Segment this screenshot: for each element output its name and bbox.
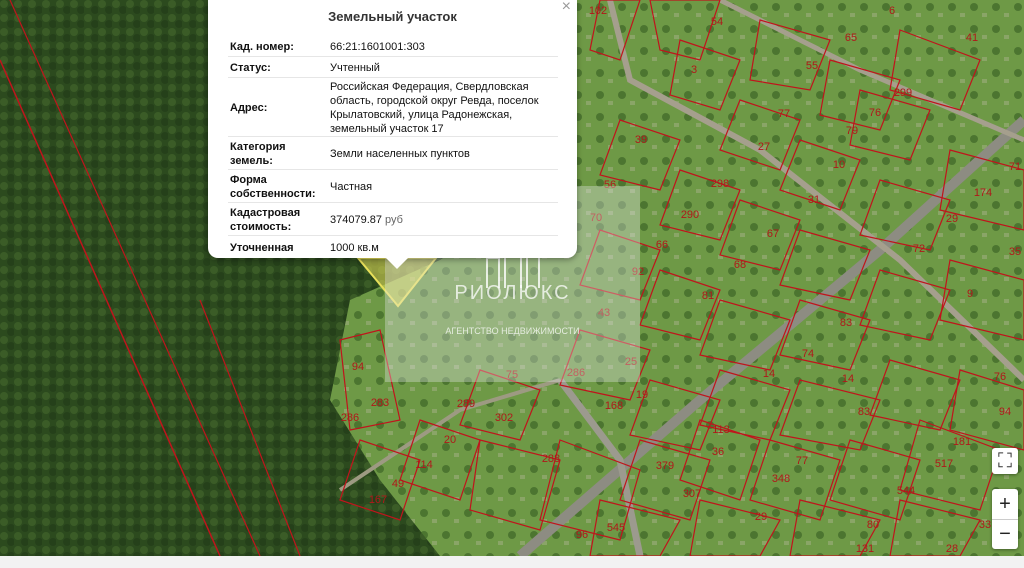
parcel-number-label: 544 bbox=[897, 485, 915, 497]
parcel-number-label: 20 bbox=[444, 434, 456, 446]
parcel-number-label: 283 bbox=[371, 397, 389, 409]
parcel-number-label: 167 bbox=[369, 494, 387, 506]
parcel-number-label: 76 bbox=[994, 371, 1006, 383]
parcel-number-label: 3 bbox=[691, 64, 697, 76]
parcel-number-label: 9 bbox=[967, 288, 973, 300]
parcel-number-label: 77 bbox=[778, 108, 790, 120]
parcel-number-label: 288 bbox=[542, 453, 560, 465]
parcel-number-label: 29 bbox=[755, 511, 767, 523]
parcel-number-label: 79 bbox=[846, 125, 858, 137]
parcel-number-label: 31 bbox=[808, 194, 820, 206]
parcel-number-label: 81 bbox=[702, 290, 714, 302]
parcel-number-label: 379 bbox=[656, 460, 674, 472]
parcel-number-label: 6 bbox=[889, 5, 895, 17]
parcel-number-label: 76 bbox=[869, 107, 881, 119]
parcel-number-label: 348 bbox=[772, 473, 790, 485]
parcel-number-label: 299 bbox=[894, 87, 912, 99]
parcel-number-label: 77 bbox=[796, 455, 808, 467]
parcel-number-label: 54 bbox=[711, 16, 723, 28]
label-cadastral-value: Кадастровая стоимость: bbox=[230, 206, 301, 233]
parcel-number-label: 28 bbox=[946, 543, 958, 555]
parcel-number-label: 29 bbox=[946, 213, 958, 225]
parcel-number-label: 10 bbox=[833, 159, 845, 171]
parcel-number-label: 33 bbox=[979, 519, 991, 531]
cadastral-value-amount: 374079.87 bbox=[330, 213, 382, 226]
row-specified-area: Уточненная 1000 кв.м bbox=[228, 236, 558, 252]
parcel-info-popup: × Земельный участок Кад. номер: 66:21:16… bbox=[208, 0, 577, 269]
parcel-number-label: 83 bbox=[858, 406, 870, 418]
parcel-number-label: 102 bbox=[589, 5, 607, 17]
parcel-number-label: 96 bbox=[576, 529, 588, 541]
parcel-number-label: 68 bbox=[734, 259, 746, 271]
zoom-out-button[interactable]: − bbox=[992, 519, 1018, 549]
close-icon[interactable]: × bbox=[562, 0, 571, 16]
zoom-in-button[interactable]: + bbox=[992, 489, 1018, 519]
parcel-number-label: 74 bbox=[802, 348, 814, 360]
parcel-number-label: 131 bbox=[856, 543, 874, 555]
parcel-number-label: 83 bbox=[840, 317, 852, 329]
value-status: Учтенный bbox=[330, 61, 380, 74]
parcel-number-label: 65 bbox=[845, 32, 857, 44]
parcel-number-label: 181 bbox=[953, 436, 971, 448]
parcel-number-label: 168 bbox=[605, 400, 623, 412]
value-land-category: Земли населенных пунктов bbox=[330, 147, 470, 160]
parcel-number-label: 49 bbox=[392, 478, 404, 490]
parcel-number-label: 36 bbox=[712, 446, 724, 458]
parcel-number-label: 67 bbox=[767, 228, 779, 240]
value-cadastral-value: 374079.87 руб bbox=[330, 203, 558, 235]
parcel-number-label: 94 bbox=[999, 406, 1011, 418]
parcel-number-label: 55 bbox=[806, 60, 818, 72]
value-cadastral-number[interactable]: 66:21:1601001:303 bbox=[330, 36, 558, 56]
row-land-category: Категория земель: Земли населенных пункт… bbox=[228, 137, 558, 170]
label-cadastral-number: Кад. номер: bbox=[230, 40, 294, 53]
parcel-number-label: 66 bbox=[656, 239, 668, 251]
cadastral-value-unit: руб bbox=[385, 213, 403, 226]
popup-body: Кад. номер: 66:21:1601001:303 Статус: Уч… bbox=[228, 36, 558, 251]
row-cadastral-number: Кад. номер: 66:21:1601001:303 bbox=[228, 36, 558, 57]
parcel-number-label: 290 bbox=[681, 209, 699, 221]
label-status: Статус: bbox=[230, 61, 271, 74]
parcel-number-label: 39 bbox=[635, 134, 647, 146]
label-address: Адрес: bbox=[230, 101, 268, 114]
label-land-category: Категория земель: bbox=[230, 140, 286, 167]
row-status: Статус: Учтенный bbox=[228, 57, 558, 78]
parcel-number-label: 298 bbox=[711, 178, 729, 190]
value-specified-area: 1000 кв.м bbox=[330, 241, 379, 252]
fullscreen-icon: ⛶ bbox=[998, 449, 1012, 472]
parcel-number-label: 72 bbox=[913, 243, 925, 255]
parcel-number-label: 307 bbox=[683, 488, 701, 500]
parcel-number-label: 71 bbox=[1009, 161, 1021, 173]
parcel-number-label: 113 bbox=[712, 424, 730, 436]
popup-title: Земельный участок bbox=[328, 9, 457, 24]
fullscreen-button[interactable]: ⛶ bbox=[992, 448, 1018, 474]
parcel-number-label: 545 bbox=[607, 522, 625, 534]
parcel-number-label: 19 bbox=[636, 389, 648, 401]
watermark-subtitle: АГЕНТСТВО НЕДВИЖИМОСТИ bbox=[445, 326, 580, 336]
watermark-brand: РИОЛЮКС bbox=[454, 282, 571, 304]
parcel-number-label: 80 bbox=[867, 519, 879, 531]
label-ownership: Форма собственности: bbox=[230, 173, 316, 200]
parcel-number-label: 174 bbox=[974, 187, 992, 199]
parcel-number-label: 286 bbox=[341, 412, 359, 424]
row-cadastral-value: Кадастровая стоимость: 374079.87 руб bbox=[228, 203, 558, 236]
parcel-number-label: 94 bbox=[352, 361, 364, 373]
parcel-number-label: 41 bbox=[966, 32, 978, 44]
zoom-control: + − bbox=[992, 489, 1018, 549]
parcel-number-label: 14 bbox=[763, 368, 775, 380]
value-address: Российская Федерация, Свердловская облас… bbox=[330, 80, 539, 135]
row-ownership: Форма собственности: Частная bbox=[228, 170, 558, 203]
parcel-number-label: 517 bbox=[935, 458, 953, 470]
parcel-number-label: 114 bbox=[415, 459, 433, 471]
parcel-number-label: 14 bbox=[842, 373, 854, 385]
bottom-bar bbox=[0, 556, 1024, 568]
parcel-number-label: 289 bbox=[457, 398, 475, 410]
parcel-number-label: 302 bbox=[495, 412, 513, 424]
value-ownership: Частная bbox=[330, 180, 373, 193]
label-specified-area: Уточненная bbox=[230, 241, 294, 252]
parcel-number-label: 35 bbox=[1009, 246, 1021, 258]
row-address: Адрес: Российская Федерация, Свердловска… bbox=[228, 78, 558, 137]
parcel-number-label: 27 bbox=[758, 141, 770, 153]
